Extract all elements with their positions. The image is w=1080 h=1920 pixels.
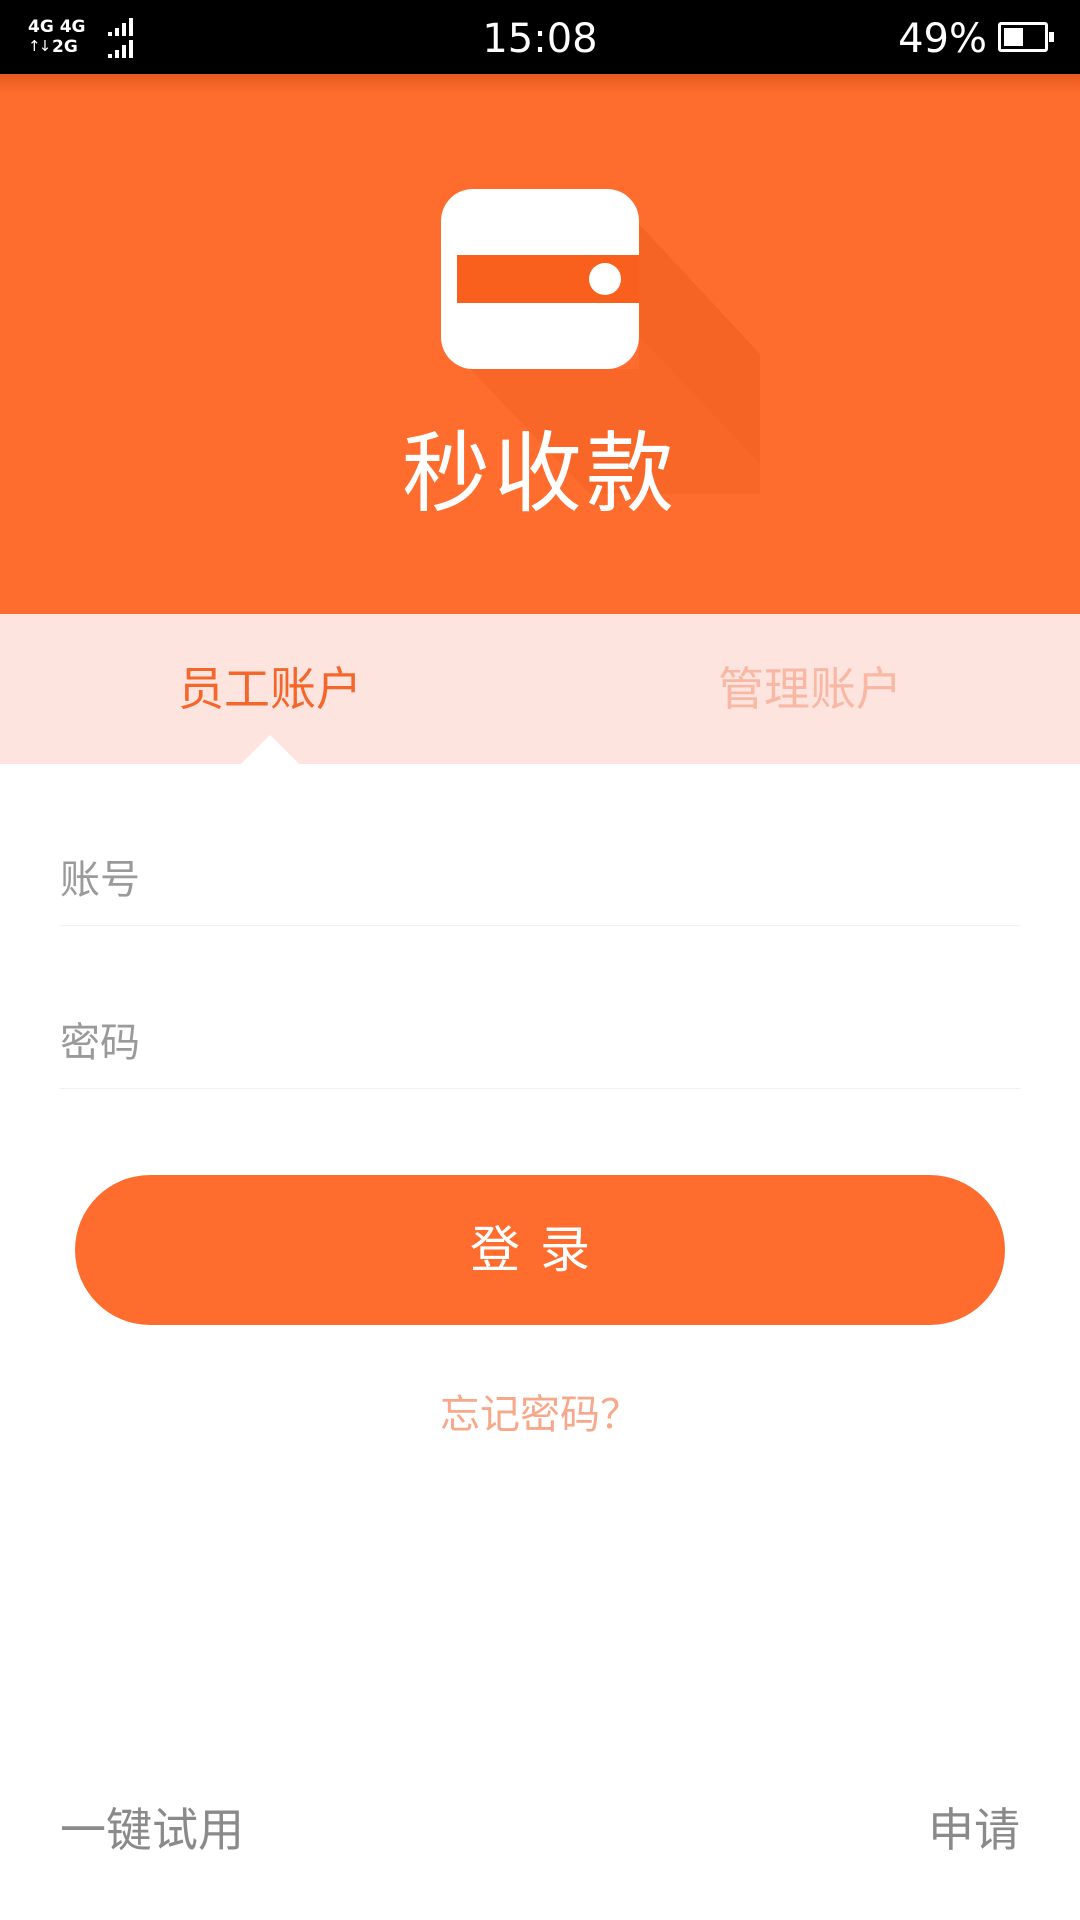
- login-button[interactable]: 登录: [75, 1175, 1005, 1325]
- account-input[interactable]: [60, 835, 1020, 925]
- brand-header: 秒收款: [0, 74, 1080, 614]
- tab-selected-indicator: [240, 735, 300, 765]
- password-input[interactable]: [60, 998, 1020, 1088]
- password-field: [60, 998, 1020, 1089]
- wallet-clasp: [589, 263, 621, 295]
- header-shadow: [0, 74, 1080, 94]
- account-field: [60, 835, 1020, 926]
- battery-level: [1004, 28, 1023, 46]
- tab-admin-account[interactable]: 管理账户: [540, 614, 1080, 764]
- login-screen: 4G 4G ↑↓ 2G 15:08 49% 秒收款 员工账户 管理账户 账号 登…: [0, 0, 1080, 1920]
- one-click-trial-link[interactable]: 一键试用: [60, 1800, 244, 1860]
- wallet-icon: [441, 189, 639, 369]
- account-type-tabs: 员工账户 管理账户: [0, 614, 1080, 764]
- forgot-password-link[interactable]: 忘记密码？: [0, 1385, 1080, 1445]
- status-bar: 4G 4G ↑↓ 2G 15:08 49%: [0, 0, 1080, 74]
- app-title: 秒收款: [401, 422, 678, 525]
- battery-icon: [998, 22, 1054, 52]
- apply-link[interactable]: 申请: [928, 1800, 1020, 1860]
- battery-percent: 49%: [898, 16, 987, 62]
